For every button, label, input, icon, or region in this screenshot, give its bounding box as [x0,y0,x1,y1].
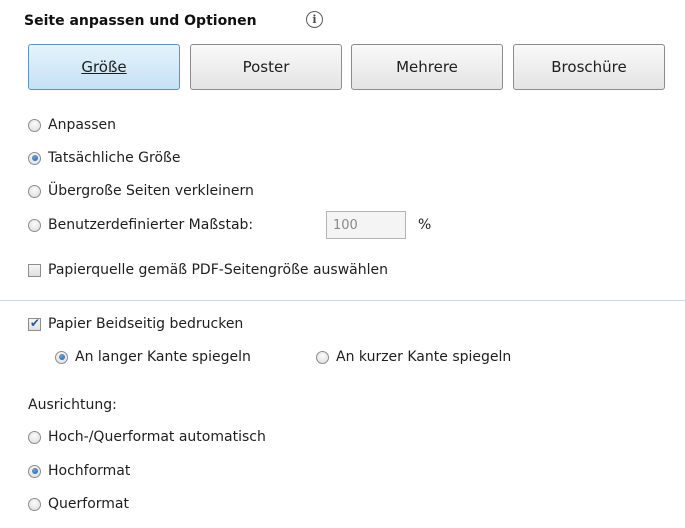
landscape-radio[interactable] [28,497,41,511]
section-title: Seite anpassen und Optionen [24,13,257,29]
flip-long-edge-radio[interactable] [55,350,68,364]
paper-source-checkbox-row[interactable]: Papierquelle gemäß PDF-Seitengröße auswä… [28,259,388,281]
custom-scale-radio[interactable] [28,218,41,232]
actual-size-label: Tatsächliche Größe [48,150,181,166]
tab-poster-label: Poster [242,58,290,76]
percent-unit: % [418,217,432,233]
duplex-checkbox[interactable] [28,316,41,331]
orientation-label: Ausrichtung: [28,397,117,413]
paper-source-label: Papierquelle gemäß PDF-Seitengröße auswä… [48,262,388,278]
option-flip-short-edge[interactable]: An kurzer Kante spiegeln [316,346,511,368]
portrait-label: Hochformat [48,463,131,479]
option-auto-orientation[interactable]: Hoch-/Querformat automatisch [28,426,266,448]
section-header: Seite anpassen und Optionen [24,10,257,32]
option-landscape[interactable]: Querformat [28,493,129,515]
duplex-label: Papier Beidseitig bedrucken [48,316,244,332]
option-flip-long-edge[interactable]: An langer Kante spiegeln [55,346,251,368]
shrink-oversized-label: Übergroße Seiten verkleinern [48,183,254,199]
duplex-checkbox-row[interactable]: Papier Beidseitig bedrucken [28,313,243,335]
fit-radio[interactable] [28,118,41,132]
tab-size[interactable]: Größe [28,44,180,90]
flip-short-edge-radio[interactable] [316,350,329,364]
fit-label: Anpassen [48,117,116,133]
auto-orientation-label: Hoch-/Querformat automatisch [48,429,266,445]
tab-booklet-label: Broschüre [551,58,627,76]
custom-scale-label: Benutzerdefinierter Maßstab: [48,217,254,233]
custom-scale-input[interactable] [326,211,406,239]
flip-short-edge-label: An kurzer Kante spiegeln [336,349,512,365]
option-portrait[interactable]: Hochformat [28,460,130,482]
tab-multiple[interactable]: Mehrere [351,44,503,90]
paper-source-checkbox[interactable] [28,263,41,277]
portrait-radio[interactable] [28,464,41,478]
section-divider [0,300,685,301]
option-custom-scale[interactable]: Benutzerdefinierter Maßstab: [28,214,253,236]
tab-poster[interactable]: Poster [190,44,342,90]
tab-size-label: Größe [81,58,127,76]
auto-orientation-radio[interactable] [28,430,41,444]
flip-long-edge-label: An langer Kante spiegeln [75,349,251,365]
option-fit[interactable]: Anpassen [28,114,116,136]
tab-multiple-label: Mehrere [396,58,458,76]
info-icon[interactable]: i [306,11,323,28]
landscape-label: Querformat [48,496,129,512]
shrink-oversized-radio[interactable] [28,184,41,198]
actual-size-radio[interactable] [28,151,41,165]
page-scaling-panel: Seite anpassen und Optionen i Größe Post… [0,0,685,528]
option-actual-size[interactable]: Tatsächliche Größe [28,147,180,169]
tab-booklet[interactable]: Broschüre [513,44,665,90]
option-shrink-oversized[interactable]: Übergroße Seiten verkleinern [28,180,254,202]
